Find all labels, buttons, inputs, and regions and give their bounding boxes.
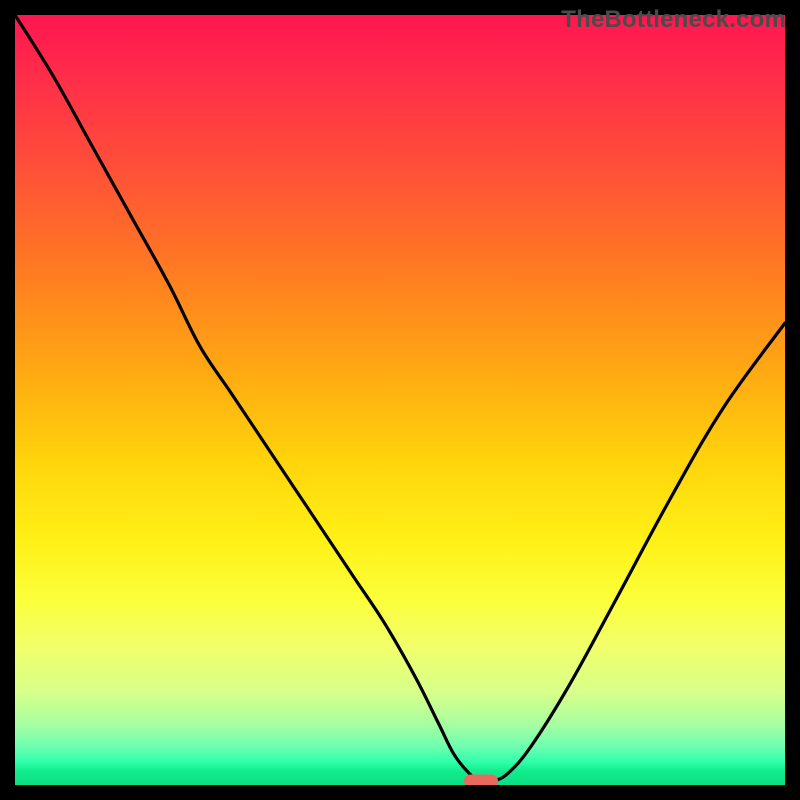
watermark-text: TheBottleneck.com (561, 6, 786, 34)
bottleneck-curve (15, 15, 785, 785)
curve-path (15, 15, 785, 782)
valley-marker (464, 775, 498, 785)
chart-frame: TheBottleneck.com (0, 0, 800, 800)
plot-area (15, 15, 785, 785)
